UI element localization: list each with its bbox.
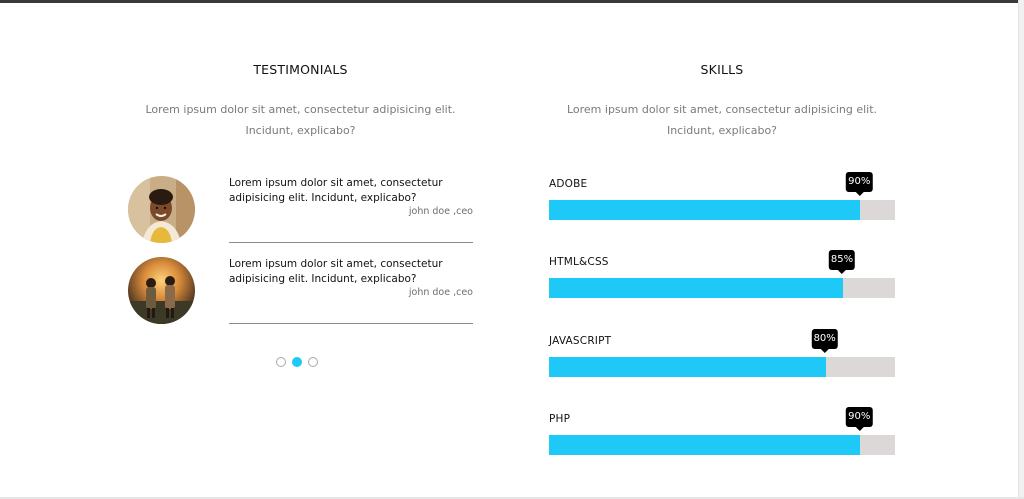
testimonials-subtitle: Lorem ipsum dolor sit amet, consectetur … — [145, 103, 456, 137]
skill-percent-tooltip: 90% — [846, 407, 873, 431]
skill-progress-fill — [549, 200, 861, 220]
testimonial-card: Lorem ipsum dolor sit amet, consectetur … — [128, 257, 473, 327]
testimonial-quote: Lorem ipsum dolor sit amet, consectetur … — [229, 258, 443, 285]
skill-javascript: JAVASCRIPT 80% — [549, 329, 895, 389]
skill-progress-track — [549, 435, 895, 455]
avatar-children-sunset — [128, 257, 195, 324]
testimonials-title: TESTIMONIALS — [253, 62, 348, 77]
skill-progress-track — [549, 278, 895, 298]
testimonial-quote: Lorem ipsum dolor sit amet, consectetur … — [229, 177, 443, 204]
skills-title: SKILLS — [700, 62, 744, 77]
skill-html-css: HTML&CSS 85% — [549, 250, 895, 310]
testimonial-card: Lorem ipsum dolor sit amet, consectetur … — [128, 176, 473, 246]
carousel-pagination — [276, 357, 318, 367]
skill-name: JAVASCRIPT — [549, 335, 612, 347]
skill-percent-tooltip: 85% — [828, 250, 856, 274]
skill-percent-tooltip: 90% — [846, 172, 873, 196]
carousel-dot-1[interactable] — [276, 357, 286, 367]
skills-subtitle: Lorem ipsum dolor sit amet, consectetur … — [566, 103, 878, 137]
testimonial-divider — [229, 323, 473, 324]
skill-adobe: ADOBE 90% — [549, 172, 895, 232]
testimonials-section: TESTIMONIALS Lorem ipsum dolor sit amet,… — [128, 0, 473, 499]
skill-progress-fill — [549, 435, 861, 455]
avatar-child-portrait — [128, 176, 195, 243]
skill-name: PHP — [549, 413, 571, 425]
skill-progress-track — [549, 357, 895, 377]
carousel-dot-2[interactable] — [292, 357, 302, 367]
skill-name: HTML&CSS — [549, 256, 609, 268]
testimonial-author: john doe ,ceo — [408, 206, 473, 217]
testimonial-divider — [229, 242, 473, 243]
window-edge — [1018, 0, 1024, 499]
testimonial-author: john doe ,ceo — [408, 287, 473, 298]
skill-progress-fill — [549, 357, 826, 377]
skill-percent-tooltip: 80% — [811, 329, 838, 353]
skill-name: ADOBE — [549, 178, 588, 190]
skill-progress-fill — [549, 278, 844, 298]
skill-progress-track — [549, 200, 895, 220]
carousel-dot-3[interactable] — [308, 357, 318, 367]
skill-php: PHP 90% — [549, 407, 895, 467]
skills-section: SKILLS Lorem ipsum dolor sit amet, conse… — [549, 0, 895, 499]
